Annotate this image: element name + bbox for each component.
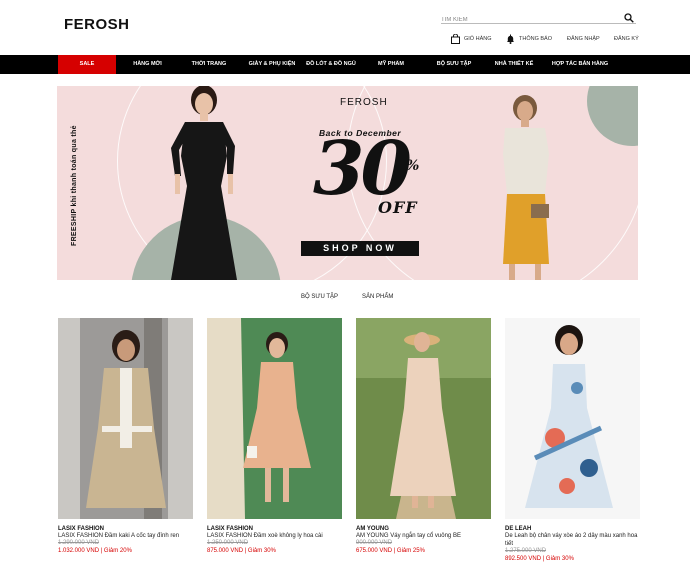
product-name[interactable]: AM YOUNG Váy ngắn tay cổ vuông BE (356, 532, 491, 540)
nav-item-lingerie-sleepwear[interactable]: ĐỒ LÓT & ĐỒ NGỦ (303, 55, 359, 74)
nav-item-designers[interactable]: NHÀ THIẾT KẾ (488, 55, 540, 74)
login-label: ĐĂNG NHẬP (567, 36, 600, 42)
section-tabs: BỘ SƯU TẬP SẢN PHẨM (0, 294, 690, 304)
product-card[interactable]: AM YOUNG AM YOUNG Váy ngắn tay cổ vuông … (356, 318, 491, 555)
product-old-price: 1.250.000 VND (207, 540, 249, 546)
bell-icon (507, 34, 514, 44)
notifications-link[interactable]: THÔNG BÁO (506, 33, 552, 45)
nav-item-sale[interactable]: SALE (58, 55, 116, 74)
model-image-right (503, 95, 549, 280)
register-link[interactable]: ĐĂNG KÝ (614, 33, 639, 45)
product-name[interactable]: LASIX FASHION Đầm kaki A cốc tay đính re… (58, 532, 193, 540)
product-card[interactable]: LASIX FASHION LASIX FASHION Đầm xoè khôn… (207, 318, 342, 555)
product-card[interactable]: LASIX FASHION LASIX FASHION Đầm kaki A c… (58, 318, 193, 555)
discount-percent: % (406, 158, 420, 174)
nav-item-partnership[interactable]: HỢP TÁC BÁN HÀNG (545, 55, 615, 74)
search-icon[interactable] (624, 10, 634, 23)
shop-now-button[interactable]: SHOP NOW (301, 241, 419, 256)
search-bar (441, 8, 636, 27)
login-link[interactable]: ĐĂNG NHẬP (567, 33, 600, 45)
nav-item-new[interactable]: HÀNG MỚI (120, 55, 175, 74)
cart-label: GIỎ HÀNG (464, 36, 492, 42)
register-label: ĐĂNG KÝ (614, 36, 639, 42)
product-name[interactable]: De Leah bộ chân váy xòe áo 2 dây màu xan… (505, 532, 640, 548)
notifications-label: THÔNG BÁO (519, 36, 553, 42)
product-name[interactable]: LASIX FASHION Đầm xoè không ly hoa cài (207, 532, 342, 540)
product-price: 875.000 VND | Giảm 30% (207, 548, 276, 554)
product-image[interactable] (356, 318, 491, 519)
tab-products[interactable]: SẢN PHẨM (362, 294, 393, 300)
discount-off: OFF (378, 198, 418, 217)
model-image-left (171, 86, 237, 280)
nav-item-collections[interactable]: BỘ SƯU TẬP (425, 55, 483, 74)
product-image[interactable] (207, 318, 342, 519)
product-card[interactable]: DE LEAH De Leah bộ chân váy xòe áo 2 dây… (505, 318, 640, 563)
nav-item-cosmetics[interactable]: MỸ PHẨM (366, 55, 416, 74)
tab-collections[interactable]: BỘ SƯU TẬP (301, 294, 338, 300)
nav-item-fashion[interactable]: THỜI TRANG (180, 55, 238, 74)
promo-banner[interactable]: FREESHIP khi thanh toán qua thẻ FEROSH B… (57, 86, 638, 280)
product-price: 1.032.000 VND | Giảm 20% (58, 548, 132, 554)
freeship-text: FREESHIP khi thanh toán qua thẻ (71, 125, 78, 246)
banner-brand: FEROSH (340, 97, 388, 108)
site-logo[interactable]: FEROSH (64, 16, 130, 33)
product-price: 892.500 VND | Giảm 30% (505, 556, 574, 562)
shopping-bag-icon (451, 34, 460, 44)
cart-link[interactable]: GIỎ HÀNG (451, 33, 492, 45)
search-input[interactable] (441, 13, 611, 27)
product-old-price: 1.290.000 VND (58, 540, 100, 546)
main-nav: SALE HÀNG MỚI THỜI TRANG GIÀY & PHỤ KIỆN… (0, 55, 690, 74)
product-old-price: 1.275.000 VND (505, 548, 547, 554)
product-image[interactable] (58, 318, 193, 519)
product-old-price: 900.000 VND (356, 540, 393, 546)
nav-item-shoes-accessories[interactable]: GIÀY & PHỤ KIỆN (244, 55, 300, 74)
product-price: 675.000 VND | Giảm 25% (356, 548, 425, 554)
discount-number: 30 (313, 126, 412, 212)
product-image[interactable] (505, 318, 640, 519)
